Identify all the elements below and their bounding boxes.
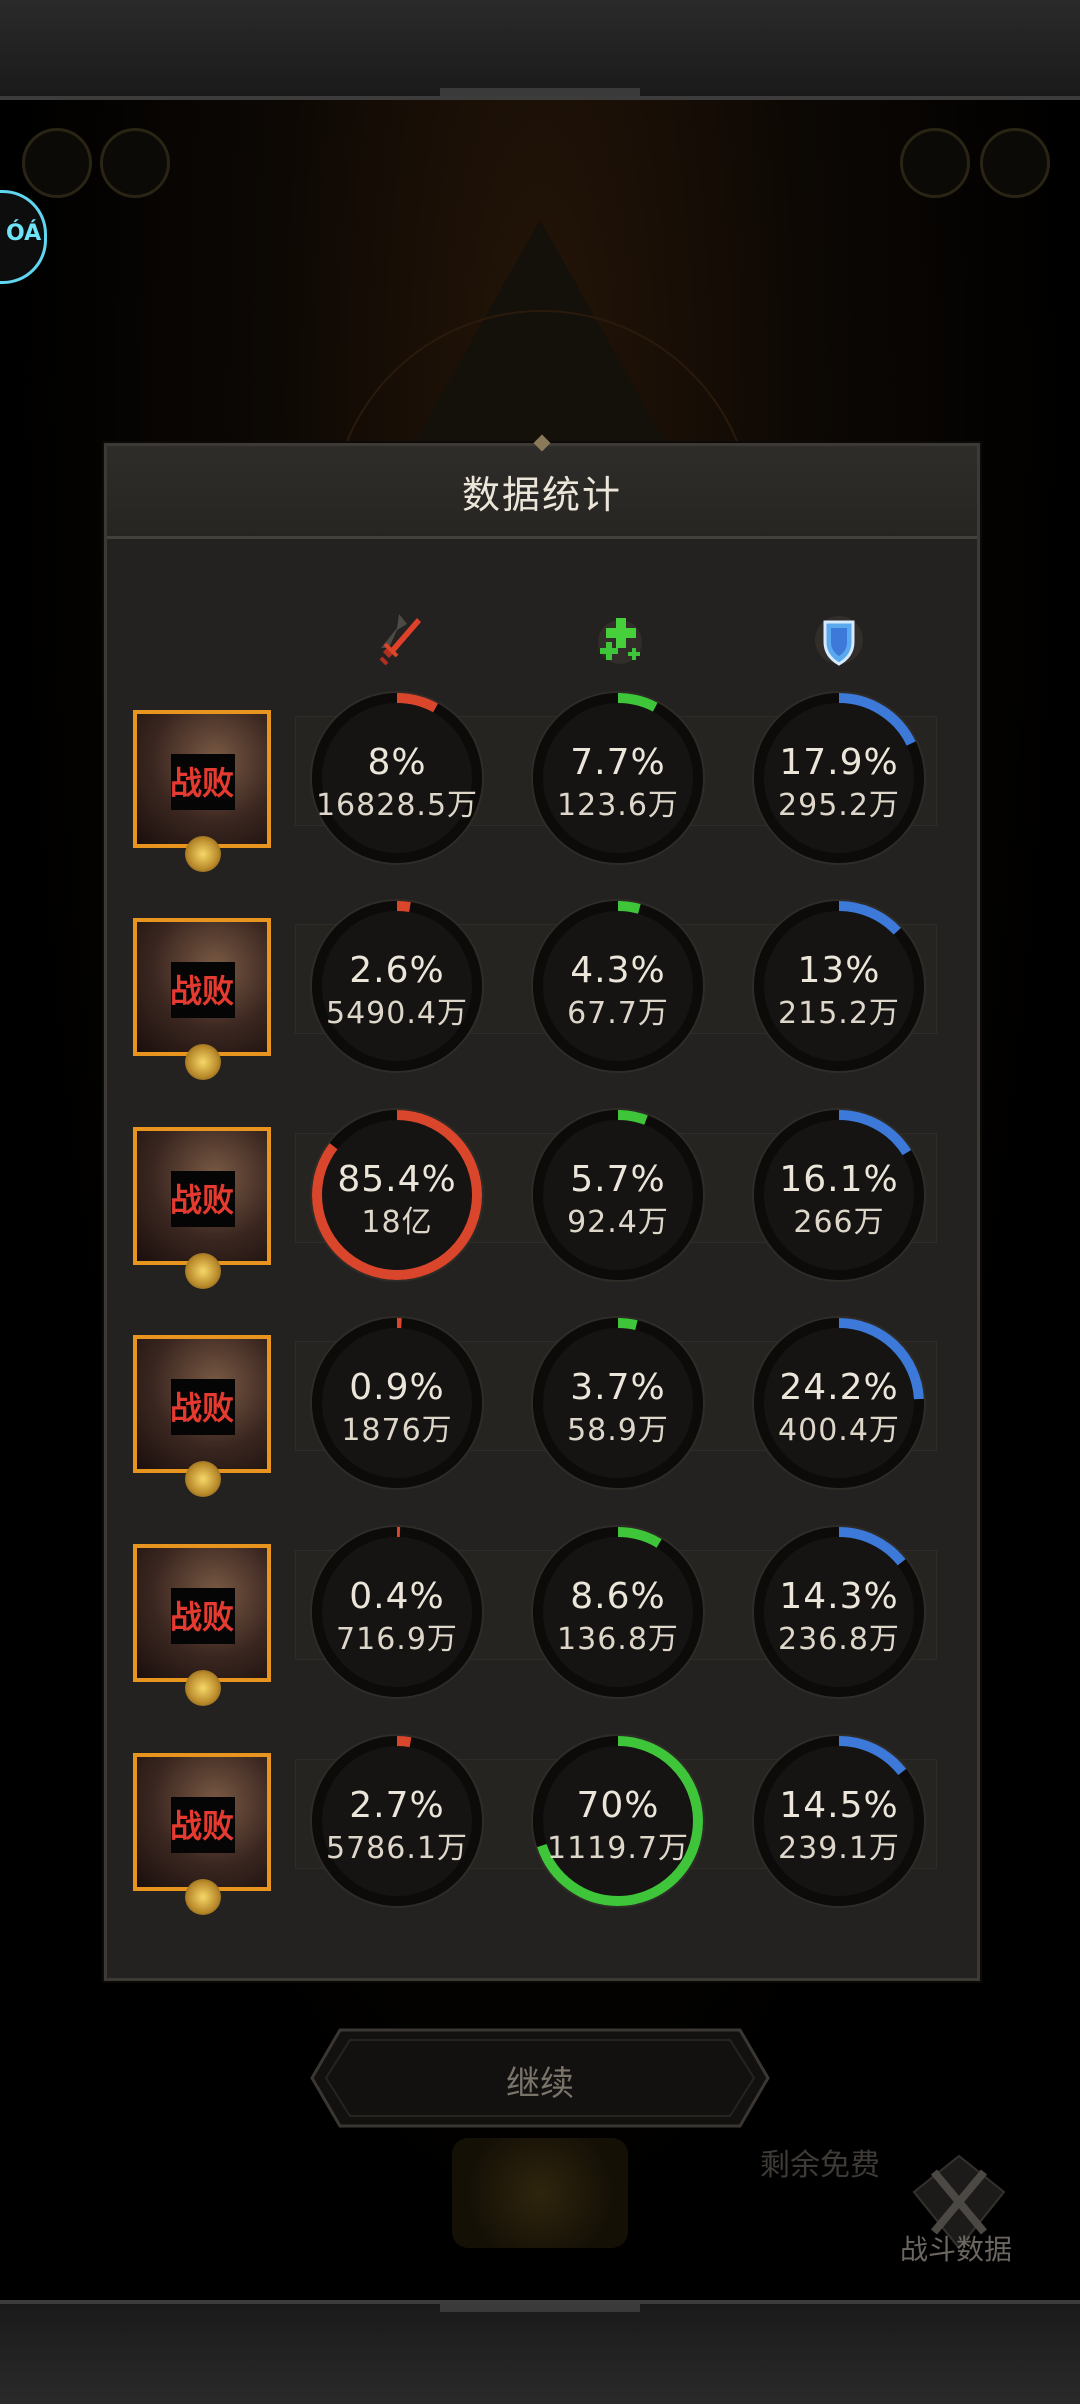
damage-amount: 5786.1万 <box>326 1831 468 1866</box>
damage-taken-percent: 13% <box>797 950 881 991</box>
healing-percent: 7.7% <box>570 742 666 783</box>
damage-ring: 0.4% 716.9万 <box>307 1522 487 1702</box>
continue-label: 继续 <box>506 2064 574 2104</box>
healing-ring: 70% 1119.7万 <box>528 1731 708 1911</box>
damage-taken-ring: 24.2% 400.4万 <box>749 1313 929 1493</box>
damage-taken-amount: 236.8万 <box>778 1622 900 1657</box>
damage-taken-percent: 14.3% <box>779 1576 899 1617</box>
healing-percent: 70% <box>576 1785 660 1826</box>
hero-row: 战败 2.7% 5786.1万 70% 1119.7万 14.5% 239.1万 <box>107 1734 977 1919</box>
damage-percent: 0.9% <box>349 1367 445 1408</box>
blue-shield-icon <box>807 608 871 672</box>
hero-portrait[interactable]: 战败 <box>133 1753 271 1891</box>
damage-taken-ring: 16.1% 266万 <box>749 1105 929 1285</box>
damage-amount: 716.9万 <box>336 1622 458 1657</box>
damage-taken-amount: 400.4万 <box>778 1413 900 1448</box>
side-tag-text: ÓÁ <box>6 221 42 246</box>
damage-amount: 16828.5万 <box>315 788 479 823</box>
defeat-label: 战败 <box>169 1389 234 1427</box>
dim-action-icon[interactable] <box>452 2138 628 2248</box>
healing-ring: 4.3% 67.7万 <box>528 896 708 1076</box>
healing-amount: 136.8万 <box>557 1622 679 1657</box>
hero-portrait[interactable]: 战败 <box>133 918 271 1056</box>
free-remaining-text: 剩余免费 <box>760 2148 880 2183</box>
frame-ornament <box>440 88 640 96</box>
damage-ring: 85.4% 18亿 <box>307 1105 487 1285</box>
healing-amount: 58.9万 <box>567 1413 669 1448</box>
star-badge-icon <box>185 836 221 872</box>
battle-data-label[interactable]: 战斗数据 <box>900 2228 1012 2268</box>
star-badge-icon <box>185 1253 221 1289</box>
hero-portrait[interactable]: 战败 <box>133 710 271 848</box>
damage-taken-percent: 24.2% <box>779 1367 899 1408</box>
hero-row: 战败 8% 16828.5万 7.7% 123.6万 17.9% 295.2万 <box>107 691 977 876</box>
damage-amount: 18亿 <box>361 1205 433 1240</box>
top-frame <box>0 0 1080 100</box>
star-badge-icon <box>185 1044 221 1080</box>
hero-portrait[interactable]: 战败 <box>133 1544 271 1682</box>
healing-amount: 92.4万 <box>567 1205 669 1240</box>
damage-ring: 2.7% 5786.1万 <box>307 1731 487 1911</box>
damage-amount: 5490.4万 <box>326 996 468 1031</box>
damage-ring: 2.6% 5490.4万 <box>307 896 487 1076</box>
damage-taken-percent: 14.5% <box>779 1785 899 1826</box>
bottom-frame <box>0 2300 1080 2404</box>
panel-title: 数据统计 <box>461 473 622 517</box>
healing-ring: 3.7% 58.9万 <box>528 1313 708 1493</box>
hero-portrait[interactable]: 战败 <box>133 1335 271 1473</box>
speed-icon[interactable] <box>100 128 170 198</box>
defeat-label: 战败 <box>169 764 234 802</box>
damage-percent: 8% <box>367 742 427 783</box>
hero-row: 战败 2.6% 5490.4万 4.3% 67.7万 13% 215.2万 <box>107 899 977 1084</box>
damage-taken-percent: 16.1% <box>779 1159 899 1200</box>
healing-ring: 7.7% 123.6万 <box>528 688 708 868</box>
hero-row: 战败 85.4% 18亿 5.7% 92.4万 16.1% 266万 <box>107 1108 977 1293</box>
star-badge-icon <box>185 1670 221 1706</box>
green-plus-icon <box>588 608 652 672</box>
damage-taken-amount: 295.2万 <box>778 788 900 823</box>
damage-percent: 0.4% <box>349 1576 445 1617</box>
star-badge-icon <box>185 1461 221 1497</box>
defeat-label: 战败 <box>169 1807 234 1845</box>
damage-percent: 2.6% <box>349 950 445 991</box>
defeat-label: 战败 <box>169 972 234 1010</box>
damage-taken-percent: 17.9% <box>779 742 899 783</box>
defeat-label: 战败 <box>169 1598 234 1636</box>
damage-taken-amount: 239.1万 <box>778 1831 900 1866</box>
damage-percent: 2.7% <box>349 1785 445 1826</box>
healing-percent: 4.3% <box>570 950 666 991</box>
healing-amount: 123.6万 <box>557 788 679 823</box>
play-icon[interactable] <box>22 128 92 198</box>
healing-percent: 8.6% <box>570 1576 666 1617</box>
defeat-label: 战败 <box>169 1181 234 1219</box>
healing-amount: 1119.7万 <box>547 1831 689 1866</box>
damage-percent: 85.4% <box>337 1159 457 1200</box>
panel-header: 数据统计 <box>107 434 977 539</box>
settings-icon[interactable] <box>980 128 1050 198</box>
red-sword-icon <box>367 608 431 672</box>
damage-taken-ring: 14.5% 239.1万 <box>749 1731 929 1911</box>
damage-amount: 1876万 <box>341 1413 453 1448</box>
frame-ornament <box>440 2304 640 2312</box>
star-badge-icon <box>185 1879 221 1915</box>
hero-row: 战败 0.9% 1876万 3.7% 58.9万 24.2% 400.4万 <box>107 1316 977 1501</box>
healing-ring: 5.7% 92.4万 <box>528 1105 708 1285</box>
damage-taken-ring: 13% 215.2万 <box>749 896 929 1076</box>
hero-portrait[interactable]: 战败 <box>133 1127 271 1265</box>
hero-row: 战败 0.4% 716.9万 8.6% 136.8万 14.3% 236.8万 <box>107 1525 977 1710</box>
damage-taken-ring: 17.9% 295.2万 <box>749 688 929 868</box>
healing-ring: 8.6% 136.8万 <box>528 1522 708 1702</box>
damage-taken-amount: 266万 <box>793 1205 885 1240</box>
damage-ring: 8% 16828.5万 <box>307 688 487 868</box>
damage-taken-amount: 215.2万 <box>778 996 900 1031</box>
chat-icon[interactable] <box>900 128 970 198</box>
stats-panel: 数据统计 战败 8% 16828.5万 7.7% 123.6万 17.9% 295.2万 战败… <box>104 434 980 1981</box>
healing-percent: 3.7% <box>570 1367 666 1408</box>
healing-percent: 5.7% <box>570 1159 666 1200</box>
damage-taken-ring: 14.3% 236.8万 <box>749 1522 929 1702</box>
healing-amount: 67.7万 <box>567 996 669 1031</box>
continue-button[interactable]: 继续 <box>310 2028 770 2128</box>
damage-ring: 0.9% 1876万 <box>307 1313 487 1493</box>
